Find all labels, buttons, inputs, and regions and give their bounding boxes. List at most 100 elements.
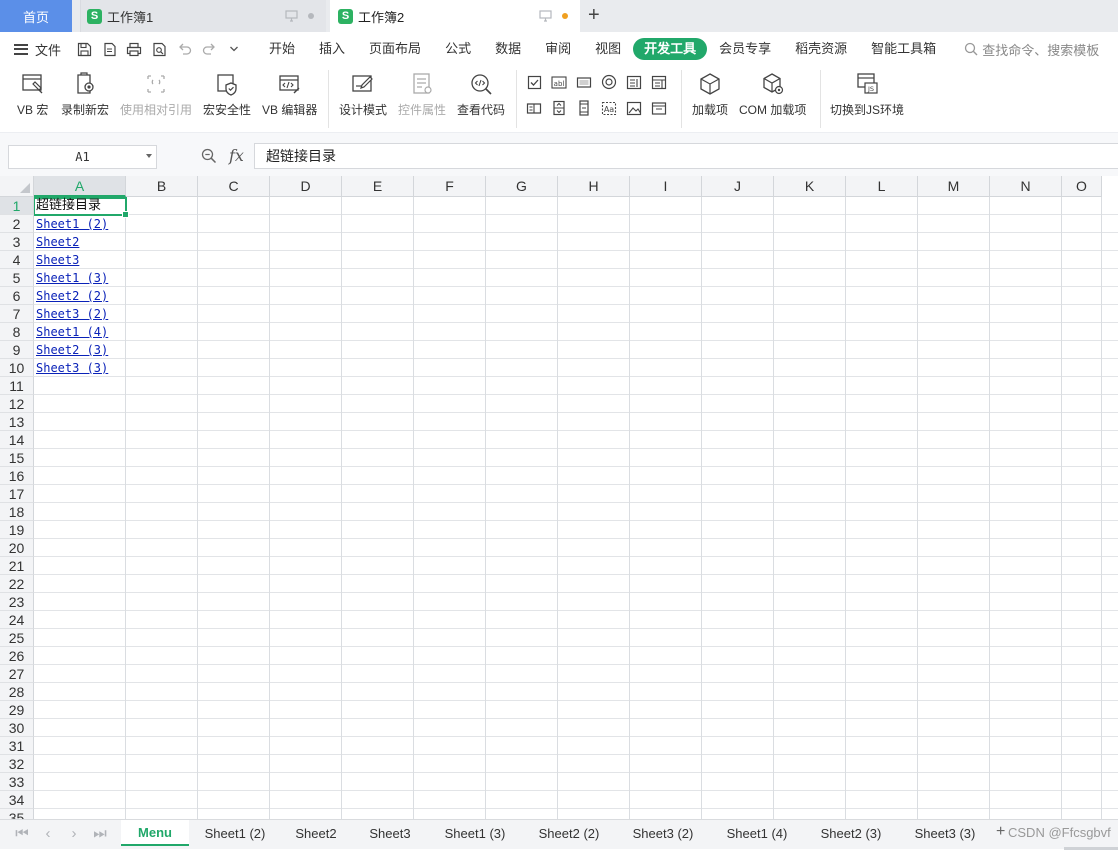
fx-button[interactable]: fx (229, 146, 244, 165)
row-header-5[interactable]: 5 (0, 269, 34, 287)
column-header-b[interactable]: B (126, 176, 198, 197)
workbook-tab-1[interactable]: S 工作簿1 (80, 0, 326, 32)
row-header-32[interactable]: 32 (0, 755, 34, 773)
tab-member[interactable]: 会员专享 (707, 38, 783, 60)
row-header-13[interactable]: 13 (0, 413, 34, 431)
control-properties-button[interactable]: 控件属性 (398, 70, 446, 118)
relative-reference-button[interactable]: 使用相对引用 (120, 70, 192, 118)
row-header-19[interactable]: 19 (0, 521, 34, 539)
hyperlink-cell[interactable]: Sheet3 (3) (36, 359, 108, 377)
monitor-icon[interactable] (285, 10, 298, 22)
hyperlink-cell[interactable]: Sheet3 (36, 251, 79, 269)
last-sheet-icon[interactable]: ⏭ (90, 825, 110, 842)
formula-input[interactable]: 超链接目录 (254, 143, 1118, 169)
tab-insert[interactable]: 插入 (307, 38, 357, 60)
row-header-18[interactable]: 18 (0, 503, 34, 521)
hyperlink-cell[interactable]: Sheet2 (2) (36, 287, 108, 305)
print-preview-icon[interactable] (150, 40, 168, 58)
column-header-d[interactable]: D (270, 176, 342, 197)
hyperlink-cell[interactable]: Sheet3 (2) (36, 305, 108, 323)
sheet-tab[interactable]: Sheet2 (281, 820, 351, 846)
column-header-k[interactable]: K (774, 176, 846, 197)
row-header-9[interactable]: 9 (0, 341, 34, 359)
switch-js-env-button[interactable]: JS 切换到JS环境 (830, 70, 904, 118)
radio-control-icon[interactable] (600, 73, 618, 91)
checkbox-control-icon[interactable] (525, 73, 543, 91)
add-sheet-button[interactable]: + (996, 823, 1005, 841)
row-header-10[interactable]: 10 (0, 359, 34, 377)
print-icon[interactable] (125, 40, 143, 58)
row-header-25[interactable]: 25 (0, 629, 34, 647)
textbox-control-icon[interactable]: Aa (600, 99, 618, 117)
combobox-control-icon[interactable] (650, 73, 668, 91)
save-icon[interactable] (75, 40, 93, 58)
file-menu[interactable]: 文件 (14, 40, 61, 59)
row-header-31[interactable]: 31 (0, 737, 34, 755)
row-header-24[interactable]: 24 (0, 611, 34, 629)
sheet-tab[interactable]: Sheet2 (2) (524, 820, 614, 846)
column-header-j[interactable]: J (702, 176, 774, 197)
column-header-a[interactable]: A (34, 176, 126, 197)
row-header-29[interactable]: 29 (0, 701, 34, 719)
close-dot-icon[interactable] (308, 13, 314, 19)
frame-control-icon[interactable] (650, 99, 668, 117)
column-header-o[interactable]: O (1062, 176, 1102, 197)
row-header-26[interactable]: 26 (0, 647, 34, 665)
undo-icon[interactable] (175, 40, 193, 58)
hyperlink-cell[interactable]: Sheet2 (36, 233, 79, 251)
image-button-control-icon[interactable] (525, 99, 543, 117)
column-header-f[interactable]: F (414, 176, 486, 197)
chevron-down-icon[interactable] (146, 154, 152, 158)
tab-data[interactable]: 数据 (483, 38, 533, 60)
image-control-icon[interactable] (625, 99, 643, 117)
row-header-2[interactable]: 2 (0, 215, 34, 233)
column-header-e[interactable]: E (342, 176, 414, 197)
listbox-control-icon[interactable] (625, 73, 643, 91)
tab-view[interactable]: 视图 (583, 38, 633, 60)
row-header-34[interactable]: 34 (0, 791, 34, 809)
row-header-21[interactable]: 21 (0, 557, 34, 575)
row-header-17[interactable]: 17 (0, 485, 34, 503)
vb-macro-button[interactable]: VB 宏 (17, 70, 48, 118)
sheet-tab[interactable]: Sheet1 (2) (191, 820, 279, 846)
record-macro-button[interactable]: 录制新宏 (61, 70, 109, 118)
view-code-button[interactable]: 查看代码 (457, 70, 505, 118)
sheet-tab[interactable]: Sheet3 (3) (900, 820, 990, 846)
unsaved-dot-icon[interactable] (562, 13, 568, 19)
row-header-30[interactable]: 30 (0, 719, 34, 737)
row-header-3[interactable]: 3 (0, 233, 34, 251)
addins-button[interactable]: 加载项 (692, 70, 728, 118)
vb-editor-button[interactable]: VB 编辑器 (262, 70, 317, 118)
design-mode-button[interactable]: 设计模式 (339, 70, 387, 118)
row-header-8[interactable]: 8 (0, 323, 34, 341)
row-header-16[interactable]: 16 (0, 467, 34, 485)
next-sheet-icon[interactable]: › (64, 825, 84, 842)
row-header-15[interactable]: 15 (0, 449, 34, 467)
command-search[interactable]: 查找命令、搜索模板 (964, 40, 1099, 59)
customize-chevron-down-icon[interactable] (225, 40, 243, 58)
column-header-l[interactable]: L (846, 176, 918, 197)
row-header-12[interactable]: 12 (0, 395, 34, 413)
tab-developer[interactable]: 开发工具 (633, 38, 708, 60)
tab-review[interactable]: 审阅 (533, 38, 583, 60)
tab-home[interactable]: 开始 (257, 38, 307, 60)
tab-docer-resources[interactable]: 稻壳资源 (783, 38, 859, 60)
sheet-tab[interactable]: Menu (121, 820, 189, 846)
row-header-33[interactable]: 33 (0, 773, 34, 791)
column-header-c[interactable]: C (198, 176, 270, 197)
select-all-corner[interactable] (0, 176, 34, 197)
sheet-tab[interactable]: Sheet3 (2) (618, 820, 708, 846)
column-header-m[interactable]: M (918, 176, 990, 197)
sheet-tab[interactable]: Sheet3 (353, 820, 427, 846)
hyperlink-cell[interactable]: Sheet1 (3) (36, 269, 108, 287)
tab-formulas[interactable]: 公式 (433, 38, 483, 60)
label-control-icon[interactable]: abl (550, 73, 568, 91)
name-box[interactable]: A1 (8, 145, 157, 169)
column-header-i[interactable]: I (630, 176, 702, 197)
row-header-7[interactable]: 7 (0, 305, 34, 323)
redo-icon[interactable] (200, 40, 218, 58)
title-cell[interactable]: 超链接目录 (36, 197, 101, 215)
com-addins-button[interactable]: COM 加载项 (739, 70, 806, 118)
spreadsheet-grid[interactable]: A B C D E F G H I J K L M N O 1 2 3 4 5 6 7 8 9 10 11 12 13 14 15 16 17… (0, 176, 1118, 819)
tab-smart-toolbox[interactable]: 智能工具箱 (859, 38, 948, 60)
